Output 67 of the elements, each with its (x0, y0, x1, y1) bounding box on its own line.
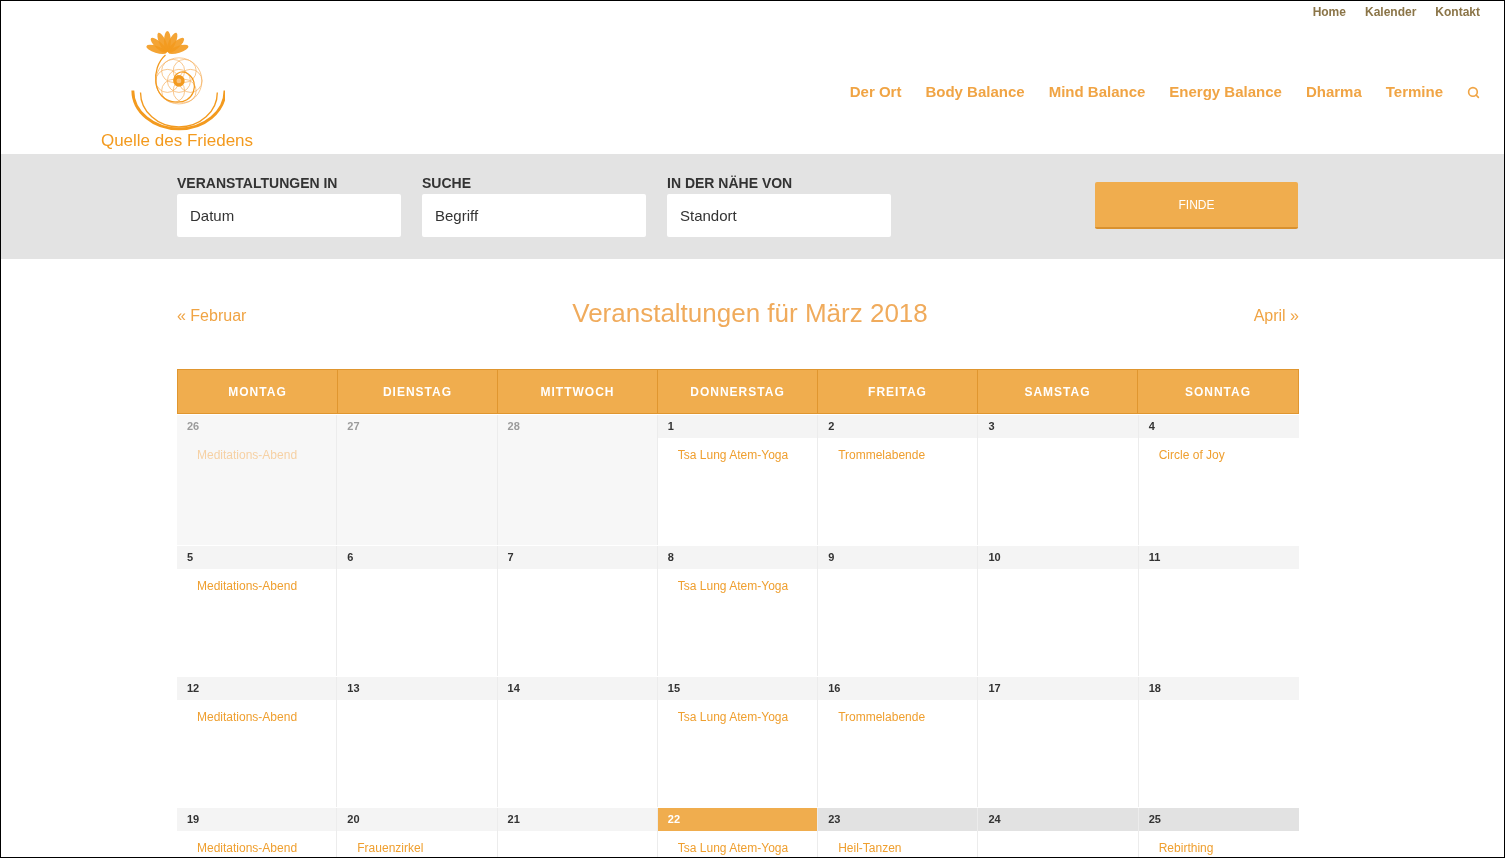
day-number: 8 (657, 546, 818, 569)
day-number: 23 (818, 808, 978, 831)
weekday-header: DIENSTAG (338, 370, 498, 413)
day-number: 25 (1138, 808, 1299, 831)
day-number: 18 (1138, 677, 1299, 700)
day-number: 24 (978, 808, 1138, 831)
top-link[interactable]: Kontakt (1435, 5, 1480, 20)
day-number: 7 (497, 546, 657, 569)
weekday-header: MONTAG (178, 370, 338, 413)
weekday-header: MITTWOCH (498, 370, 658, 413)
day-number: 12 (177, 677, 337, 700)
field-label: SUCHE (422, 175, 472, 191)
calendar-title: Veranstaltungen für März 2018 (572, 297, 928, 329)
event-link[interactable]: Meditations-Abend (197, 840, 298, 856)
nav-link[interactable]: Termine (1385, 82, 1443, 102)
weekday-header: SAMSTAG (978, 370, 1138, 413)
day-number: 14 (497, 677, 657, 700)
nav-link[interactable]: Dharma (1305, 82, 1362, 102)
event-link[interactable]: Circle of Joy (1158, 447, 1225, 463)
event-link[interactable]: Trommelabende (838, 447, 926, 463)
day-number: 10 (978, 546, 1138, 569)
day-number: 11 (1138, 546, 1299, 569)
find-button[interactable]: FINDE (1095, 182, 1298, 229)
day-number: 3 (978, 415, 1138, 438)
nav-link[interactable]: Energy Balance (1169, 82, 1282, 102)
day-number: 9 (818, 546, 978, 569)
day-number: 1 (657, 415, 818, 438)
top-link[interactable]: Kalender (1364, 5, 1417, 20)
logo-text[interactable]: Quelle des Friedens (100, 131, 254, 151)
day-number: 13 (337, 677, 497, 700)
event-link[interactable]: Frauenzirkel (357, 840, 424, 856)
nav-link[interactable]: Der Ort (849, 82, 902, 102)
nav-link[interactable]: Mind Balance (1048, 82, 1146, 102)
day-number: 20 (337, 808, 497, 831)
event-link[interactable]: Rebirthing (1158, 840, 1214, 856)
day-number: 17 (978, 677, 1138, 700)
event-link[interactable]: Trommelabende (838, 709, 926, 725)
event-link[interactable]: Tsa Lung Atem-Yoga (677, 840, 789, 856)
day-number: 22 (657, 808, 818, 831)
weekday-header: DONNERSTAG (658, 370, 818, 413)
search-icon[interactable] (1467, 85, 1480, 99)
day-number: 4 (1138, 415, 1299, 438)
field-label: VERANSTALTUNGEN IN (177, 175, 339, 191)
search-input[interactable]: Datum (177, 194, 401, 237)
day-number: 6 (337, 546, 497, 569)
day-number: 2 (818, 415, 978, 438)
day-number: 19 (177, 808, 337, 831)
top-link[interactable]: Home (1312, 5, 1346, 20)
nav-link[interactable]: Body Balance (925, 82, 1025, 102)
event-link[interactable]: Meditations-Abend (197, 709, 298, 725)
event-link[interactable]: Meditations-Abend (197, 447, 298, 463)
event-link[interactable]: Heil-Tanzen (838, 840, 902, 856)
search-input[interactable]: Standort (667, 194, 891, 237)
field-label: IN DER NÄHE VON (667, 175, 794, 191)
next-month-link[interactable]: April » (1253, 304, 1299, 328)
weekday-header: FREITAG (818, 370, 978, 413)
event-link[interactable]: Tsa Lung Atem-Yoga (677, 578, 789, 594)
event-link[interactable]: Tsa Lung Atem-Yoga (677, 709, 789, 725)
day-number: 5 (177, 546, 337, 569)
search-input[interactable]: Begriff (422, 194, 646, 237)
weekday-header: SONNTAG (1183, 383, 1253, 401)
event-link[interactable]: Meditations-Abend (197, 578, 298, 594)
day-number: 16 (818, 677, 978, 700)
day-number: 21 (497, 808, 657, 831)
event-link[interactable]: Tsa Lung Atem-Yoga (677, 447, 789, 463)
previous-month-link[interactable]: « Februar (177, 304, 247, 328)
day-number: 15 (657, 677, 818, 700)
